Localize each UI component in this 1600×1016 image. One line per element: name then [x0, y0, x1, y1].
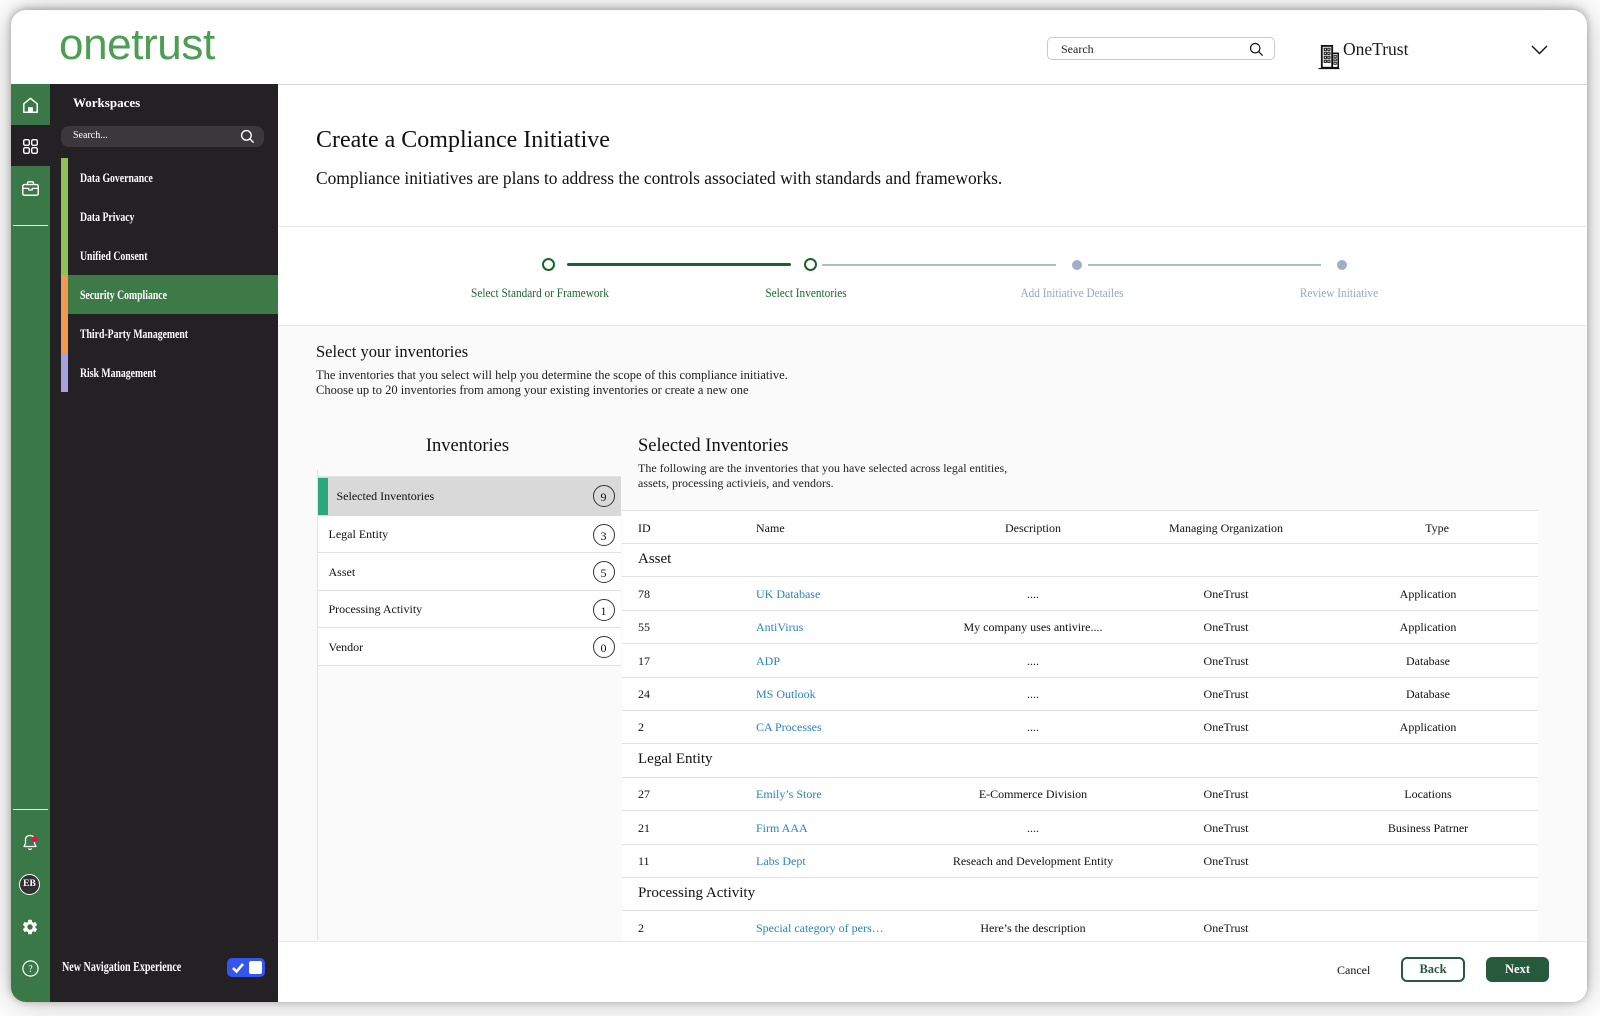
- svg-text:?: ?: [28, 964, 33, 975]
